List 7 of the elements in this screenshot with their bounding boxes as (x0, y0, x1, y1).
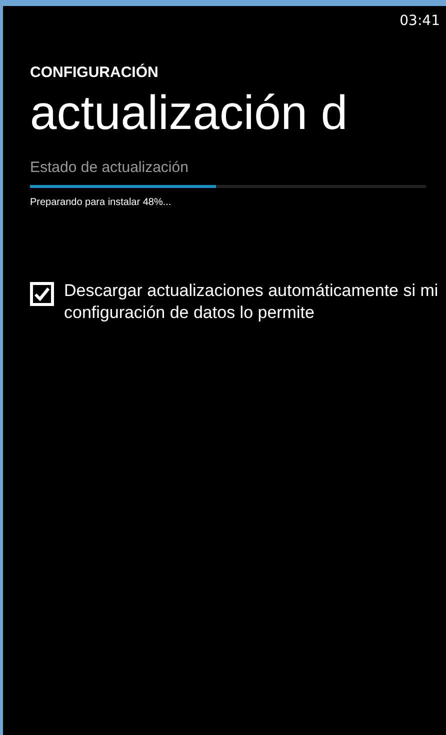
checkbox-label: Descargar actualizaciones automáticamente si mi configuración de datos lo permite (64, 280, 440, 324)
page-title: actualización d (30, 86, 349, 142)
progress-message: Preparando para instalar 48%... (30, 197, 172, 208)
status-label: Estado de actualización (30, 159, 190, 176)
clock-time: 03:41 (400, 13, 440, 31)
checkbox[interactable] (30, 282, 54, 306)
app-title: CONFIGURACIÓN (30, 64, 160, 81)
